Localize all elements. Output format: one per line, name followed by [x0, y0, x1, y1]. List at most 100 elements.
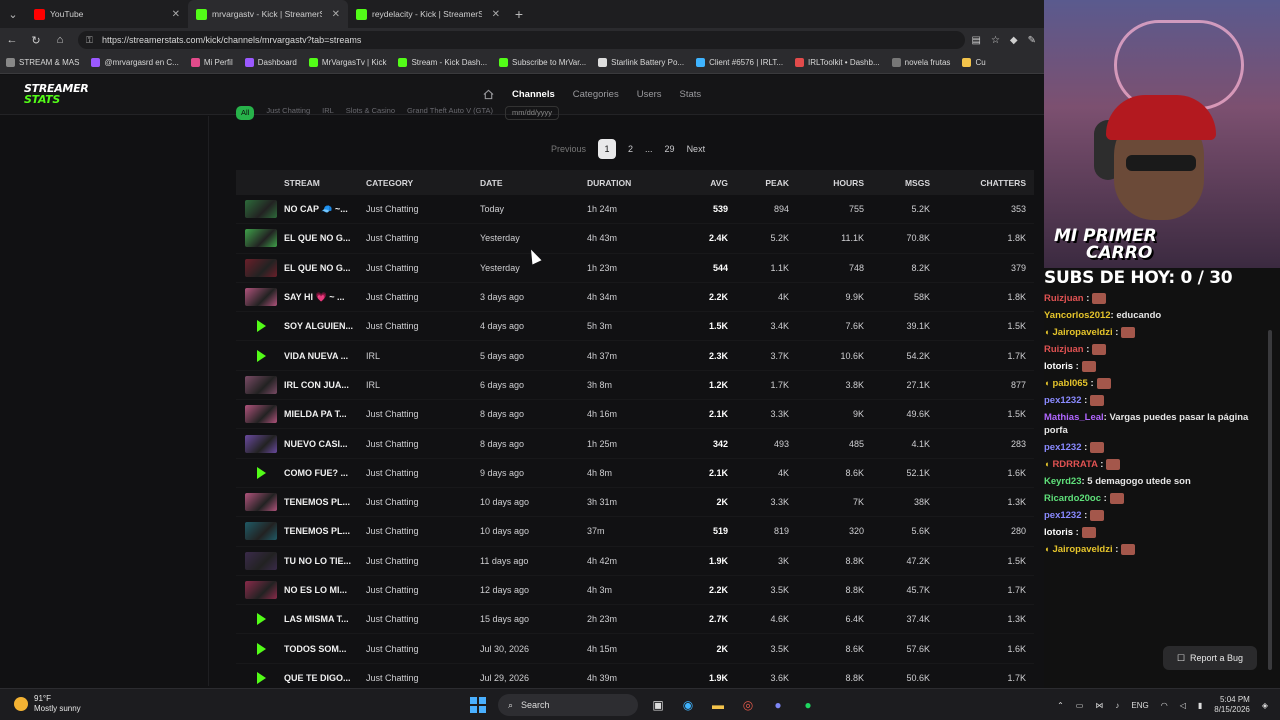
table-row[interactable]: TENEMOS PL... Just Chatting 10 days ago 3h …: [236, 488, 1034, 518]
stream-thumbnail[interactable]: [245, 405, 277, 424]
table-row[interactable]: EL QUE NO G... Just Chatting Yesterday 4h 4…: [236, 224, 1034, 254]
start-icon[interactable]: [468, 695, 488, 715]
filter-just-chatting[interactable]: Just Chatting: [266, 106, 310, 120]
stream-name[interactable]: TU NO LO TIE...: [284, 556, 351, 566]
task-view-icon[interactable]: ▣: [648, 695, 668, 715]
discord-icon[interactable]: ●: [768, 695, 788, 715]
volume-icon[interactable]: ◁: [1180, 701, 1186, 710]
table-row[interactable]: TODOS SOM... Just Chatting Jul 30, 2026 4h …: [236, 634, 1034, 664]
tray-network-icon[interactable]: ⋈: [1095, 701, 1103, 710]
bookmark-item[interactable]: Dashboard: [244, 58, 297, 67]
table-row[interactable]: MIELDA PA T... Just Chatting 8 days ago 4h …: [236, 400, 1034, 430]
table-row[interactable]: SOY ALGUIEN... Just Chatting 4 days ago 5h …: [236, 312, 1034, 342]
table-row[interactable]: IRL CON JUA... IRL 6 days ago 3h 8m 1.2K 1.7K…: [236, 371, 1034, 401]
stream-name[interactable]: EL QUE NO G...: [284, 233, 350, 243]
stream-thumbnail[interactable]: [245, 581, 277, 599]
chat-username[interactable]: pex1232: [1044, 395, 1082, 406]
play-icon[interactable]: [245, 347, 277, 365]
bookmark-item[interactable]: STREAM & MAS: [6, 58, 79, 67]
extension-2-icon[interactable]: ✎: [1028, 35, 1036, 46]
chat-username[interactable]: Jairopaveldzi: [1052, 544, 1112, 555]
nav-stats[interactable]: Stats: [680, 89, 702, 100]
new-tab-button[interactable]: +: [508, 6, 530, 22]
battery-icon[interactable]: ▮: [1198, 701, 1202, 710]
table-row[interactable]: COMO FUE? ... Just Chatting 9 days ago 4h 8…: [236, 459, 1034, 488]
stream-name[interactable]: QUE TE DIGO...: [284, 673, 351, 683]
site-info-icon[interactable]: ⚿: [86, 35, 96, 46]
nav-users[interactable]: Users: [637, 89, 662, 100]
play-icon[interactable]: [245, 640, 277, 658]
bookmark-item[interactable]: IRLToolkit • Dashb...: [795, 58, 880, 67]
chat-username[interactable]: Jairopaveldzi: [1052, 327, 1112, 338]
tray-chevron-icon[interactable]: ⌃: [1057, 701, 1064, 710]
col-chatters[interactable]: CHATTERS: [980, 178, 1026, 188]
stream-thumbnail[interactable]: [245, 493, 277, 512]
stream-thumbnail[interactable]: [245, 434, 277, 453]
stream-thumbnail[interactable]: [245, 551, 277, 570]
chat-username[interactable]: Ruizjuan: [1044, 293, 1084, 304]
col-avg[interactable]: AVG: [710, 178, 728, 188]
bookmark-item[interactable]: Subscribe to MrVar...: [499, 58, 586, 67]
table-row[interactable]: TU NO LO TIE... Just Chatting 11 days ago 4…: [236, 547, 1034, 576]
bookmark-item[interactable]: Cu: [962, 58, 986, 67]
taskbar-search[interactable]: ⌕ Search: [498, 694, 638, 716]
col-msgs[interactable]: MSGS: [905, 178, 930, 188]
stream-name[interactable]: EL QUE NO G...: [284, 263, 350, 273]
table-row[interactable]: TENEMOS PL... Just Chatting 10 days ago 37m…: [236, 517, 1034, 547]
table-row[interactable]: NO CAP 🧢 ~... Just Chatting Today 1h 24m 539…: [236, 195, 1034, 225]
stream-thumbnail[interactable]: [245, 375, 277, 394]
extension-icon[interactable]: ◆: [1010, 35, 1018, 46]
col-date[interactable]: DATE: [480, 178, 503, 188]
tab-close-icon[interactable]: ✕: [172, 9, 180, 20]
bookmark-item[interactable]: Starlink Battery Po...: [598, 58, 684, 67]
page-scrollbar[interactable]: [1268, 330, 1272, 670]
tab-close-icon[interactable]: ✕: [332, 9, 340, 20]
stream-name[interactable]: LAS MISMA T...: [284, 614, 349, 624]
bookmark-item[interactable]: Mi Perfil: [190, 58, 233, 67]
streamerstats-logo[interactable]: STREAMER STATS: [24, 83, 89, 105]
pagination-page-2[interactable]: 2: [628, 144, 633, 154]
table-row[interactable]: SAY HI 💗 ~ ... Just Chatting 3 days ago 4h …: [236, 283, 1034, 313]
language-indicator[interactable]: ENG: [1131, 701, 1148, 710]
stream-thumbnail[interactable]: [245, 288, 277, 307]
report-bug-button[interactable]: ☐ Report a Bug: [1163, 646, 1257, 670]
wifi-icon[interactable]: ◠: [1161, 701, 1168, 710]
bookmark-item[interactable]: novela frutas: [891, 58, 950, 67]
stream-name[interactable]: NO ES LO MI...: [284, 585, 347, 595]
stream-name[interactable]: TENEMOS PL...: [284, 497, 350, 507]
pagination-page-1[interactable]: 1: [598, 139, 617, 159]
reader-icon[interactable]: ▤: [971, 35, 980, 46]
browser-tab[interactable]: YouTube ✕: [26, 0, 188, 28]
bookmark-item[interactable]: MrVargasTv | Kick: [308, 58, 386, 67]
chat-username[interactable]: RDRRATA: [1052, 459, 1097, 470]
chat-username[interactable]: Ricardo20oc: [1044, 493, 1101, 504]
pagination-next[interactable]: Next: [687, 144, 706, 154]
col-hours[interactable]: HOURS: [833, 178, 864, 188]
play-icon[interactable]: [245, 317, 277, 335]
pagination-page-29[interactable]: 29: [665, 144, 675, 154]
bookmark-item[interactable]: Stream - Kick Dash...: [398, 58, 487, 67]
filter-all[interactable]: All: [236, 106, 255, 120]
weather-widget[interactable]: 91°F Mostly sunny: [14, 694, 81, 714]
play-icon[interactable]: [245, 610, 277, 628]
chat-username[interactable]: Yancorlos2012: [1044, 310, 1111, 321]
url-field[interactable]: ⚿ https://streamerstats.com/kick/channel…: [78, 31, 966, 49]
stream-thumbnail[interactable]: [245, 522, 277, 541]
stream-name[interactable]: NUEVO CASI...: [284, 439, 348, 449]
tab-menu-icon[interactable]: ⌄: [0, 0, 26, 28]
play-icon[interactable]: [245, 669, 277, 687]
bookmark-item[interactable]: @mrvargasrd en C...: [91, 58, 179, 67]
edge-icon[interactable]: ◉: [678, 695, 698, 715]
stream-name[interactable]: TODOS SOM...: [284, 644, 346, 654]
chat-username[interactable]: pabl065: [1052, 378, 1087, 389]
filter-irl[interactable]: IRL: [322, 106, 334, 120]
play-icon[interactable]: [245, 464, 277, 482]
browser-tab[interactable]: reydelacity - Kick | StreamerStats ✕: [348, 0, 508, 28]
notification-icon[interactable]: ◈: [1262, 701, 1268, 710]
site-home-icon[interactable]: [482, 88, 494, 100]
chat-username[interactable]: Mathias_Leal: [1044, 412, 1104, 423]
stream-name[interactable]: SAY HI 💗 ~ ...: [284, 292, 344, 303]
browser-tab[interactable]: mrvargastv - Kick | StreamerStats ✕: [188, 0, 348, 28]
spotify-icon[interactable]: ●: [798, 695, 818, 715]
back-icon[interactable]: ←: [0, 34, 24, 46]
